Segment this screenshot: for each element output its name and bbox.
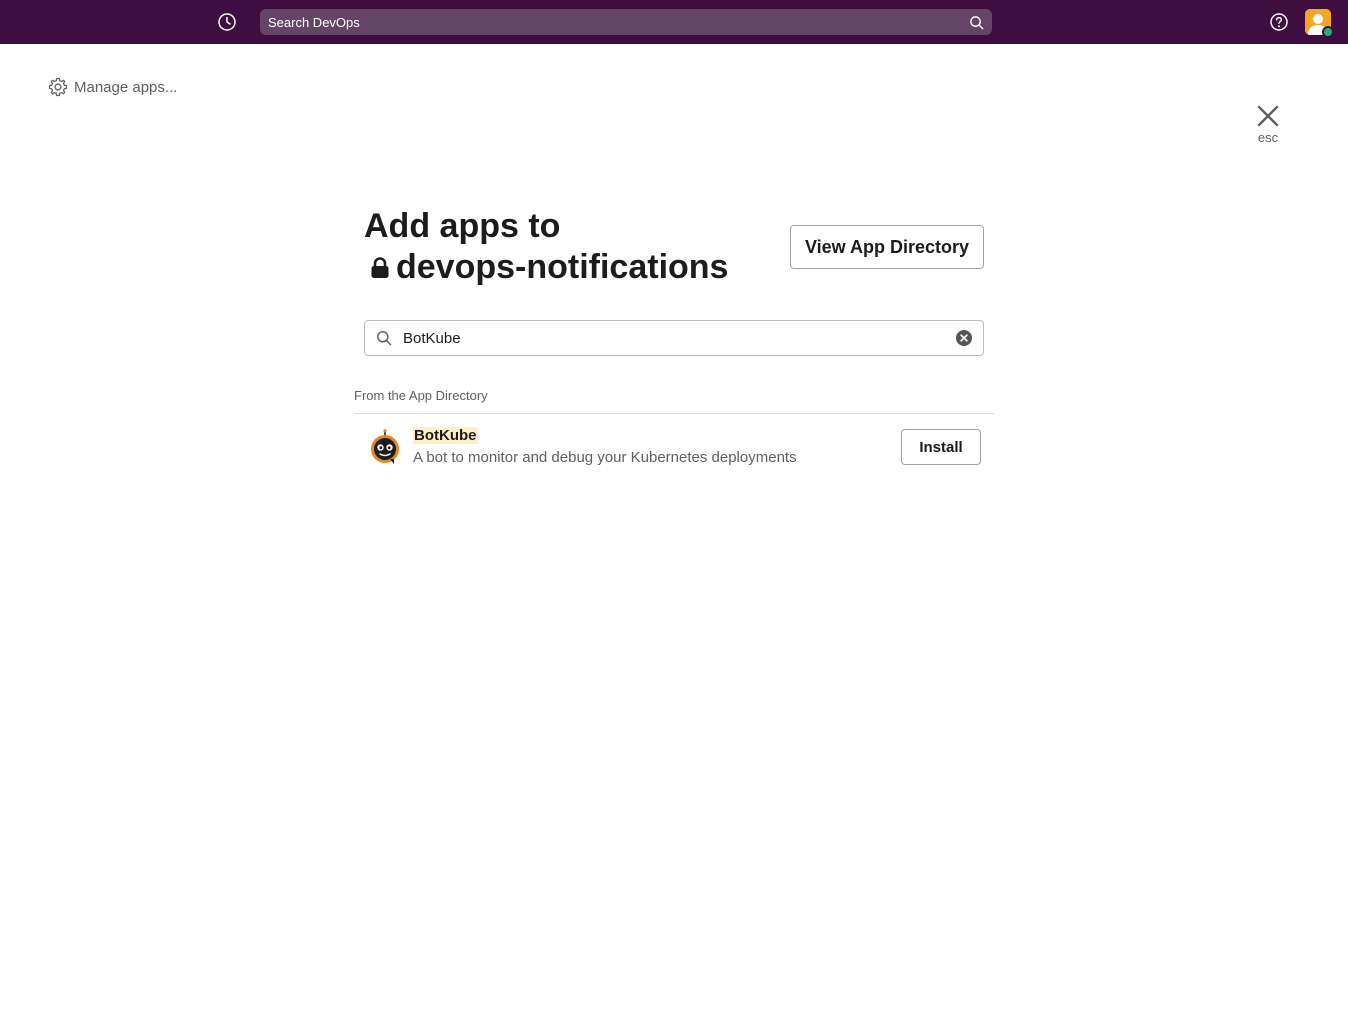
channel-name: devops-notifications bbox=[396, 248, 729, 286]
app-search-input[interactable] bbox=[403, 329, 955, 347]
search-placeholder: Search DevOps bbox=[268, 14, 360, 30]
presence-indicator bbox=[1322, 26, 1334, 38]
channel-title: devops-notifications bbox=[370, 247, 784, 288]
gear-icon bbox=[48, 77, 68, 97]
top-bar: Search DevOps bbox=[0, 0, 1348, 44]
page-title: Add apps to devops-notifications bbox=[364, 206, 784, 288]
close-button[interactable]: esc bbox=[1248, 104, 1288, 145]
app-search-field[interactable] bbox=[364, 320, 984, 356]
manage-apps-label: Manage apps... bbox=[74, 78, 178, 96]
app-result-row[interactable]: BotKube A bot to monitor and debug your … bbox=[354, 420, 994, 474]
workspace-search-bar[interactable]: Search DevOps bbox=[260, 9, 992, 35]
help-circle-icon bbox=[1270, 13, 1288, 31]
search-icon bbox=[375, 329, 393, 347]
section-label: From the App Directory bbox=[354, 388, 488, 403]
app-description: A bot to monitor and debug your Kubernet… bbox=[413, 449, 797, 466]
clear-circle-icon bbox=[956, 330, 972, 346]
install-button[interactable]: Install bbox=[901, 429, 981, 465]
clear-search-button[interactable] bbox=[955, 329, 973, 347]
section-divider bbox=[354, 413, 994, 414]
botkube-logo bbox=[371, 429, 399, 464]
clock-icon bbox=[218, 13, 236, 31]
esc-label: esc bbox=[1257, 130, 1279, 145]
app-name[interactable]: BotKube bbox=[413, 427, 478, 444]
view-app-directory-button[interactable]: View App Directory bbox=[790, 225, 984, 269]
manage-apps-link[interactable]: Manage apps... bbox=[48, 76, 177, 98]
title-line: Add apps to bbox=[364, 207, 561, 245]
close-icon bbox=[1257, 105, 1279, 127]
lock-icon bbox=[371, 256, 389, 278]
help-button[interactable] bbox=[1268, 11, 1290, 33]
history-button[interactable] bbox=[215, 10, 239, 34]
search-icon bbox=[968, 14, 984, 30]
